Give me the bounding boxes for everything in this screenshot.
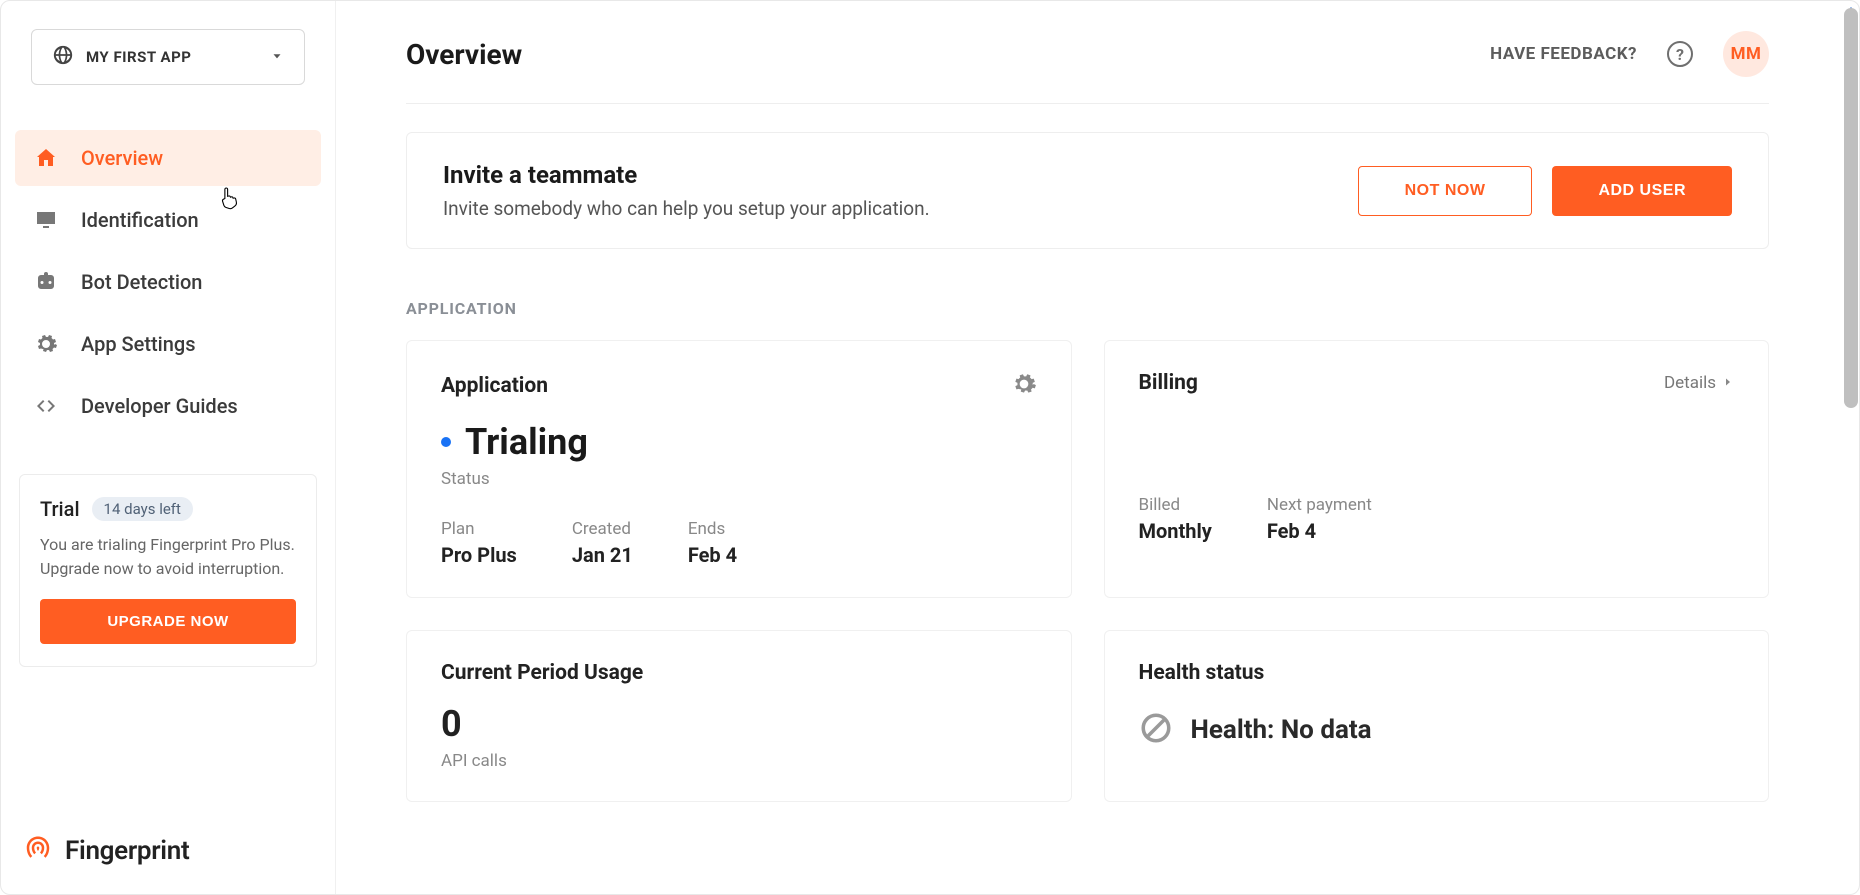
banner-title: Invite a teammate	[443, 161, 930, 189]
monitor-icon	[33, 208, 59, 232]
trial-badge: 14 days left	[92, 497, 193, 521]
feedback-link[interactable]: HAVE FEEDBACK?	[1490, 44, 1637, 64]
gear-icon[interactable]	[1011, 371, 1037, 401]
main: Overview HAVE FEEDBACK? ? MM Invite a te…	[336, 1, 1859, 894]
nav: Overview Identification Bot Detection Ap…	[15, 130, 321, 434]
nav-item-identification[interactable]: Identification	[15, 192, 321, 248]
nav-label: Identification	[81, 208, 199, 232]
plan-label: Plan	[441, 519, 517, 539]
nav-item-app-settings[interactable]: App Settings	[15, 316, 321, 372]
next-payment-label: Next payment	[1267, 495, 1372, 515]
health-value: Health: No data	[1191, 715, 1372, 745]
trial-text: You are trialing Fingerprint Pro Plus. U…	[40, 533, 296, 581]
topbar: Overview HAVE FEEDBACK? ? MM	[406, 31, 1769, 104]
created-label: Created	[572, 519, 633, 539]
card-title: Application	[441, 374, 548, 398]
code-icon	[33, 394, 59, 418]
not-now-button[interactable]: NOT NOW	[1358, 166, 1533, 216]
card-billing: Billing Details Billed Monthly Next pa	[1104, 340, 1770, 598]
brand-text: Fingerprint	[65, 836, 189, 866]
trial-card: Trial 14 days left You are trialing Fing…	[19, 474, 317, 667]
card-title: Current Period Usage	[441, 661, 1037, 685]
add-user-button[interactable]: ADD USER	[1552, 166, 1732, 216]
status-label: Status	[441, 469, 1037, 489]
scrollbar-thumb[interactable]	[1844, 8, 1858, 408]
nav-label: Overview	[81, 146, 163, 170]
card-title: Billing	[1139, 371, 1198, 395]
card-title: Health status	[1139, 661, 1735, 685]
upgrade-now-button[interactable]: UPGRADE NOW	[40, 599, 296, 644]
ends-value: Feb 4	[688, 543, 737, 567]
billed-label: Billed	[1139, 495, 1212, 515]
details-label: Details	[1664, 373, 1716, 393]
nav-label: App Settings	[81, 332, 196, 356]
created-value: Jan 21	[572, 543, 633, 567]
nav-item-bot-detection[interactable]: Bot Detection	[15, 254, 321, 310]
robot-icon	[33, 270, 59, 294]
caret-down-icon	[270, 48, 284, 67]
sidebar: MY FIRST APP Overview Identification	[1, 1, 336, 894]
chevron-right-icon	[1722, 373, 1734, 393]
details-link[interactable]: Details	[1664, 373, 1734, 393]
nav-label: Bot Detection	[81, 270, 202, 294]
invite-banner: Invite a teammate Invite somebody who ca…	[406, 132, 1769, 249]
nav-label: Developer Guides	[81, 394, 238, 418]
gear-icon	[33, 332, 59, 356]
banner-subtitle: Invite somebody who can help you setup y…	[443, 197, 930, 220]
nav-item-developer-guides[interactable]: Developer Guides	[15, 378, 321, 434]
app-switcher-label: MY FIRST APP	[86, 48, 191, 66]
app-switcher[interactable]: MY FIRST APP	[31, 29, 305, 85]
help-icon[interactable]: ?	[1667, 41, 1693, 67]
fingerprint-icon	[23, 834, 53, 868]
home-icon	[33, 146, 59, 170]
globe-icon	[52, 44, 74, 70]
usage-value: 0	[441, 703, 1037, 745]
card-usage: Current Period Usage 0 API calls	[406, 630, 1072, 802]
status-dot	[441, 437, 451, 447]
card-health: Health status Health: No data	[1104, 630, 1770, 802]
next-payment-value: Feb 4	[1267, 519, 1372, 543]
ends-label: Ends	[688, 519, 737, 539]
brand: Fingerprint	[15, 804, 321, 874]
trial-title: Trial	[40, 497, 80, 521]
section-label-application: APPLICATION	[406, 299, 1769, 318]
no-data-icon	[1139, 711, 1173, 749]
plan-value: Pro Plus	[441, 543, 517, 567]
billed-value: Monthly	[1139, 519, 1212, 543]
card-application: Application Trialing Status Plan Pro Plu…	[406, 340, 1072, 598]
nav-item-overview[interactable]: Overview	[15, 130, 321, 186]
page-title: Overview	[406, 38, 522, 71]
status-value: Trialing	[465, 421, 588, 463]
usage-unit: API calls	[441, 751, 1037, 771]
avatar[interactable]: MM	[1723, 31, 1769, 77]
